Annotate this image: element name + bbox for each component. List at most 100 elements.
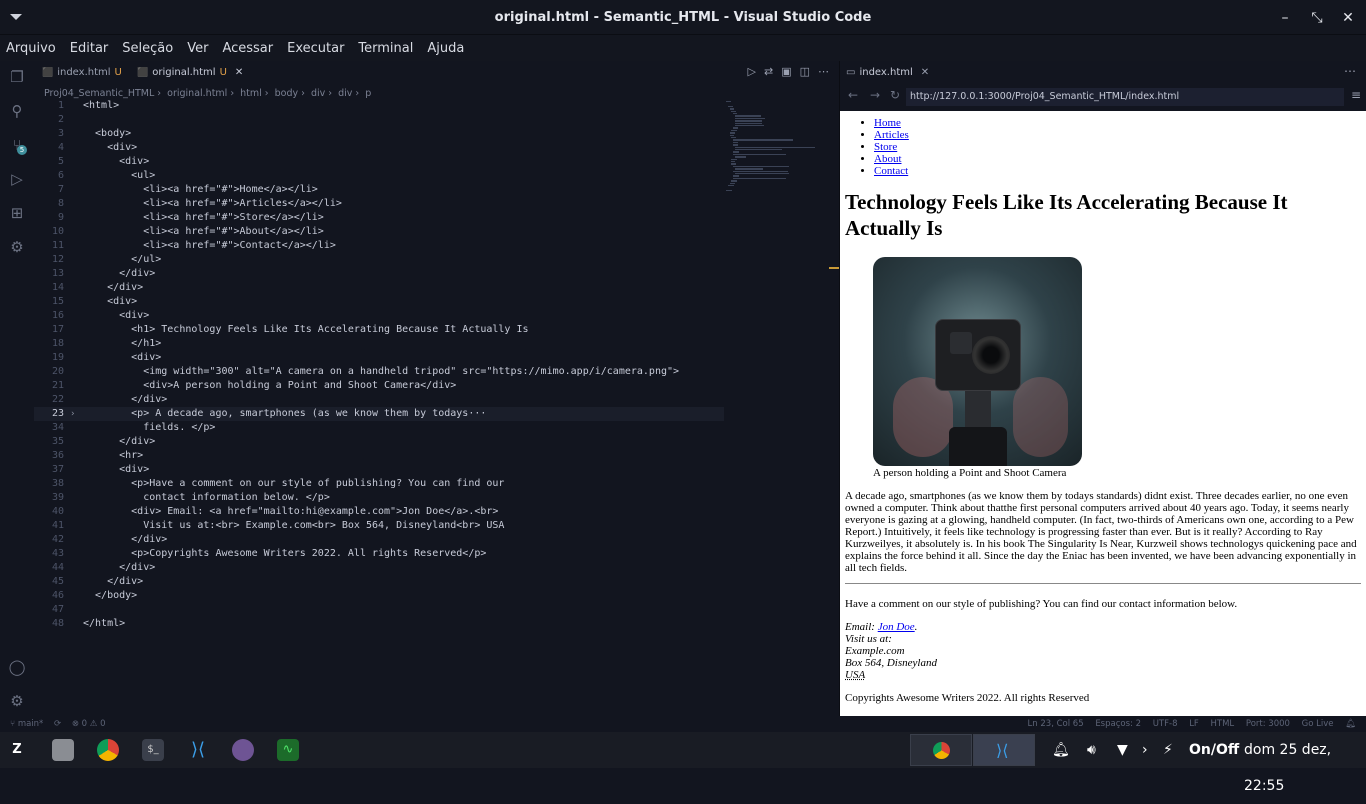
code-line[interactable]: 17 <h1> Technology Feels Like Its Accele… xyxy=(34,323,724,337)
fold-chevron-icon[interactable]: › xyxy=(70,407,75,421)
menu-selecao[interactable]: Seleção xyxy=(122,41,173,56)
live-server-port[interactable]: Port: 3000 xyxy=(1246,719,1290,729)
split-editor-icon[interactable]: ◫ xyxy=(800,65,810,78)
tab-index-html[interactable]: ⬛ index.html U xyxy=(34,61,122,85)
menu-executar[interactable]: Executar xyxy=(287,41,344,56)
code-line[interactable]: 15 <div> xyxy=(34,295,724,309)
code-line[interactable]: 46 </body> xyxy=(34,589,724,603)
language-mode[interactable]: HTML xyxy=(1211,719,1235,729)
breadcrumb-item[interactable]: div xyxy=(311,88,325,99)
menu-acessar[interactable]: Acessar xyxy=(222,41,273,56)
code-line[interactable]: 2 xyxy=(34,113,724,127)
minimap[interactable] xyxy=(726,101,831,221)
code-line[interactable]: 37 <div> xyxy=(34,463,724,477)
problems-count[interactable]: ⊗ 0 ⚠ 0 xyxy=(72,719,106,729)
code-line[interactable]: 3 <body> xyxy=(34,127,724,141)
code-line[interactable]: 39 contact information below. </p> xyxy=(34,491,724,505)
preview-icon[interactable]: ▣ xyxy=(781,65,791,78)
notifications-icon[interactable]: 🔔︎ xyxy=(1345,719,1356,729)
code-line[interactable]: 48 </html> xyxy=(34,617,724,631)
tab-close-icon[interactable]: ✕ xyxy=(921,67,929,78)
menu-editar[interactable]: Editar xyxy=(70,41,109,56)
code-line[interactable]: 8 <li><a href="#">Articles</a></li> xyxy=(34,197,724,211)
onoff-toggle[interactable]: On/Off xyxy=(1189,732,1239,768)
clock[interactable]: dom 25 dez, 22:55 xyxy=(1244,732,1366,794)
code-line[interactable]: 10 <li><a href="#">About</a></li> xyxy=(34,225,724,239)
code-line[interactable]: 47 xyxy=(34,603,724,617)
tab-close-icon[interactable]: ✕ xyxy=(235,67,243,78)
close-icon[interactable]: ✕ xyxy=(1338,8,1358,28)
code-line[interactable]: 20 <img width="300" alt="A camera on a h… xyxy=(34,365,724,379)
encoding[interactable]: UTF-8 xyxy=(1153,719,1178,729)
code-line[interactable]: 44 </div> xyxy=(34,561,724,575)
minimize-icon[interactable]: – xyxy=(1275,8,1295,28)
menu-icon[interactable]: ≡ xyxy=(1351,88,1361,102)
code-line[interactable]: 5 <div> xyxy=(34,155,724,169)
code-line[interactable]: 23 › <p> A decade ago, smartphones (as we… xyxy=(34,407,724,421)
nav-link-about[interactable]: About xyxy=(874,153,902,165)
forward-icon[interactable]: → xyxy=(870,88,880,102)
code-line[interactable]: 7 <li><a href="#">Home</a></li> xyxy=(34,183,724,197)
breadcrumb-item[interactable]: html xyxy=(240,88,262,99)
vscode-window-button[interactable]: ⟩⟨ xyxy=(973,734,1035,766)
explorer-icon[interactable]: ❐ xyxy=(7,67,27,87)
code-line[interactable]: 34 fields. </p> xyxy=(34,421,724,435)
email-link[interactable]: Jon Doe xyxy=(878,621,915,633)
code-line[interactable]: 18 </h1> xyxy=(34,337,724,351)
code-line[interactable]: 12 </ul> xyxy=(34,253,724,267)
battery-icon[interactable]: ⚡ xyxy=(1163,732,1173,768)
eol[interactable]: LF xyxy=(1189,719,1199,729)
tab-preview-index[interactable]: ▭ index.html ✕ xyxy=(846,61,929,85)
code-line[interactable]: 35 </div> xyxy=(34,435,724,449)
compare-icon[interactable]: ⇄ xyxy=(764,65,773,78)
code-line[interactable]: 45 </div> xyxy=(34,575,724,589)
code-line[interactable]: 22 </div> xyxy=(34,393,724,407)
github-desktop-icon[interactable] xyxy=(232,739,254,761)
reload-icon[interactable]: ↻ xyxy=(890,88,900,102)
breadcrumb-item[interactable]: original.html xyxy=(167,88,227,99)
chrome-icon[interactable] xyxy=(97,739,119,761)
extensions-icon[interactable]: ⊞ xyxy=(7,203,27,223)
code-line[interactable]: 16 <div> xyxy=(34,309,724,323)
tab-original-html[interactable]: ⬛ original.html U ✕ xyxy=(129,61,243,85)
code-line[interactable]: 1 <html> xyxy=(34,99,724,113)
code-line[interactable]: 11 <li><a href="#">Contact</a></li> xyxy=(34,239,724,253)
code-line[interactable]: 4 <div> xyxy=(34,141,724,155)
menu-ver[interactable]: Ver xyxy=(187,41,208,56)
nav-link-store[interactable]: Store xyxy=(874,141,897,153)
code-line[interactable]: 43 <p>Copyrights Awesome Writers 2022. A… xyxy=(34,547,724,561)
cursor-position[interactable]: Ln 23, Col 65 xyxy=(1028,719,1084,729)
nav-link-home[interactable]: Home xyxy=(874,117,901,129)
code-line[interactable]: 36 <hr> xyxy=(34,449,724,463)
nav-link-contact[interactable]: Contact xyxy=(874,165,908,177)
code-line[interactable]: 13 </div> xyxy=(34,267,724,281)
code-line[interactable]: 42 </div> xyxy=(34,533,724,547)
nav-link-articles[interactable]: Articles xyxy=(874,129,909,141)
code-line[interactable]: 14 </div> xyxy=(34,281,724,295)
notification-bell-icon[interactable]: 🔔︎ xyxy=(1052,732,1070,768)
more-actions-icon[interactable]: ⋯ xyxy=(1344,64,1356,78)
terminal-icon[interactable]: $_ xyxy=(142,739,164,761)
code-line[interactable]: 19 <div> xyxy=(34,351,724,365)
zorin-menu-icon[interactable]: Z xyxy=(6,739,28,761)
volume-icon[interactable]: 🔊︎ xyxy=(1087,732,1096,768)
code-line[interactable]: 9 <li><a href="#">Store</a></li> xyxy=(34,211,724,225)
run-icon[interactable]: ▷ xyxy=(748,65,756,78)
breadcrumb-item[interactable]: p xyxy=(365,88,371,99)
system-monitor-icon[interactable]: ∿ xyxy=(277,739,299,761)
wifi-icon[interactable]: ▼ xyxy=(1117,732,1128,768)
more-actions-icon[interactable]: ⋯ xyxy=(818,65,829,78)
indent-setting[interactable]: Espaços: 2 xyxy=(1095,719,1141,729)
code-line[interactable]: 21 <div>A person holding a Point and Sho… xyxy=(34,379,724,393)
breadcrumb-item[interactable]: Proj04_Semantic_HTML xyxy=(44,88,154,99)
settings-gear-icon[interactable]: ⚙ xyxy=(7,691,27,711)
sync-icon[interactable]: ⟳ xyxy=(54,719,61,729)
branch-name[interactable]: main* xyxy=(18,719,44,729)
code-line[interactable]: 6 <ul> xyxy=(34,169,724,183)
url-input[interactable]: http://127.0.0.1:3000/Proj04_Semantic_HT… xyxy=(906,88,1344,106)
menu-arquivo[interactable]: Arquivo xyxy=(6,41,56,56)
restore-icon[interactable]: ⤡ xyxy=(1307,8,1327,28)
go-live[interactable]: Go Live xyxy=(1302,719,1334,729)
menu-terminal[interactable]: Terminal xyxy=(358,41,413,56)
search-icon[interactable]: ⚲ xyxy=(7,101,27,121)
